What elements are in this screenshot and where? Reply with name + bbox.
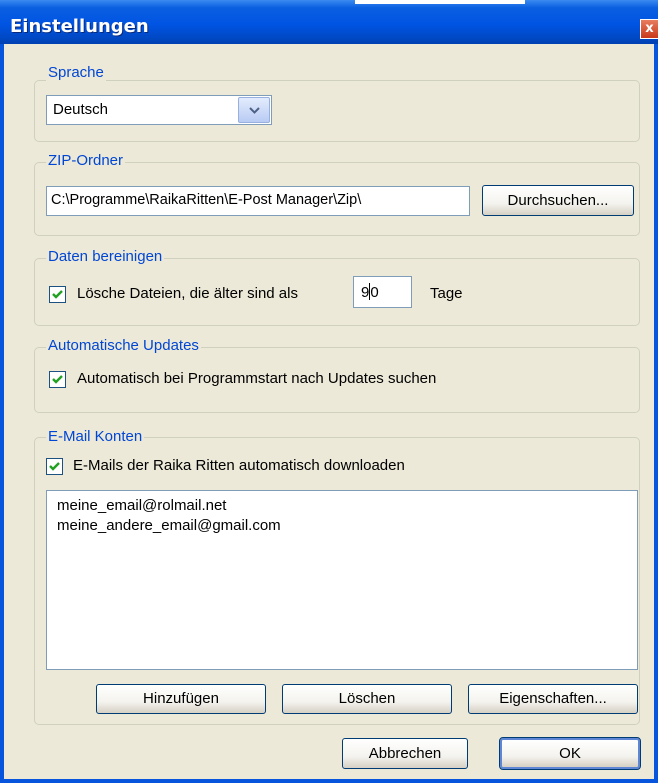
- accounts-checkbox-label: E-Mails der Raika Ritten automatisch dow…: [73, 457, 405, 474]
- list-item[interactable]: meine_email@rolmail.net: [57, 497, 226, 514]
- title-bar-notch: [355, 0, 525, 4]
- cleanup-legend: Daten bereinigen: [46, 248, 165, 265]
- zip-path-input[interactable]: C:\Programme\RaikaRitten\E-Post Manager\…: [46, 186, 470, 216]
- cancel-button[interactable]: Abbrechen: [342, 738, 468, 769]
- dropdown-button[interactable]: [238, 97, 270, 123]
- accounts-legend: E-Mail Konten: [46, 428, 145, 445]
- language-select[interactable]: Deutsch: [46, 95, 272, 125]
- title-bar[interactable]: Einstellungen x: [0, 0, 658, 44]
- cleanup-checkbox[interactable]: [49, 286, 66, 303]
- accounts-checkbox[interactable]: [46, 458, 63, 475]
- checkmark-icon: [52, 375, 63, 384]
- updates-checkbox[interactable]: [49, 371, 66, 388]
- language-selected-value: Deutsch: [53, 101, 109, 118]
- checkmark-icon: [52, 290, 63, 299]
- accounts-list[interactable]: meine_email@rolmail.net meine_andere_ema…: [46, 490, 638, 670]
- account-properties-button[interactable]: Eigenschaften...: [468, 684, 638, 714]
- ok-button[interactable]: OK: [499, 737, 641, 770]
- cleanup-checkbox-label: Lösche Dateien, die älter sind als: [77, 285, 298, 302]
- days-unit-label: Tage: [430, 285, 463, 302]
- zip-path-value: C:\Programme\RaikaRitten\E-Post Manager\…: [51, 192, 362, 208]
- list-item[interactable]: meine_andere_email@gmail.com: [57, 517, 281, 534]
- chevron-down-icon: [249, 107, 260, 114]
- language-legend: Sprache: [46, 64, 106, 81]
- browse-button[interactable]: Durchsuchen...: [482, 185, 634, 216]
- close-button[interactable]: x: [640, 19, 658, 39]
- updates-checkbox-label: Automatisch bei Programmstart nach Updat…: [77, 370, 437, 387]
- add-account-button[interactable]: Hinzufügen: [96, 684, 266, 714]
- zip-folder-legend: ZIP-Ordner: [46, 152, 126, 169]
- delete-account-button[interactable]: Löschen: [282, 684, 452, 714]
- checkmark-icon: [49, 462, 60, 471]
- updates-legend: Automatische Updates: [46, 337, 201, 354]
- window-title: Einstellungen: [10, 16, 149, 37]
- days-input[interactable]: 90: [353, 276, 412, 308]
- days-value: 90: [361, 283, 379, 301]
